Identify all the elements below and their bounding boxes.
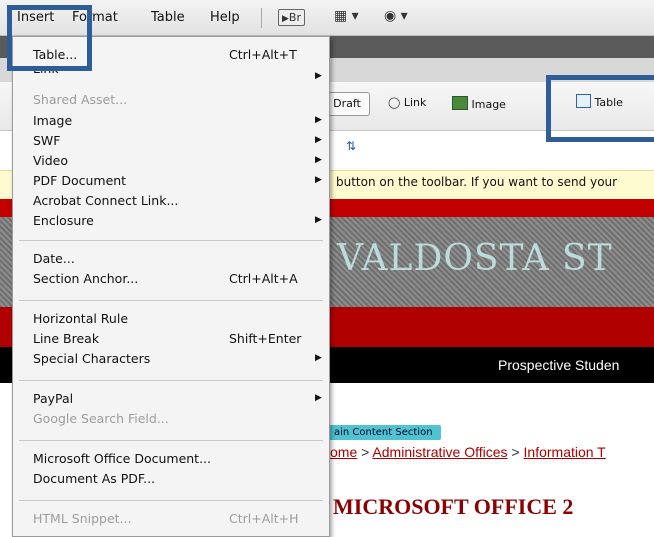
submenu-arrow-icon: ▶ xyxy=(315,71,322,81)
menu-item-swf[interactable]: SWF xyxy=(33,133,60,148)
highlight-box-table-button xyxy=(546,75,654,142)
breadcrumb: ome > Administrative Offices > Informati… xyxy=(330,444,606,460)
breadcrumb-administrative-offices[interactable]: Administrative Offices xyxy=(372,444,507,460)
submenu-arrow-icon: ▶ xyxy=(315,175,322,185)
menu-item-video[interactable]: Video xyxy=(33,153,68,168)
breadcrumb-separator: > xyxy=(357,444,373,460)
link-button[interactable]: ◯ Link xyxy=(388,96,426,109)
page-heading: MICROSOFT OFFICE 2 xyxy=(333,494,574,519)
site-icon[interactable]: ◉ ▾ xyxy=(384,8,408,24)
menu-item-google-search-field: Google Search Field... xyxy=(33,411,169,426)
nav-prospective-students[interactable]: Prospective Studen xyxy=(498,357,619,373)
menu-item-line-break[interactable]: Line Break xyxy=(33,331,99,346)
menu-separator xyxy=(19,300,323,301)
banner-title: VALDOSTA ST xyxy=(337,238,613,279)
menu-item-shared-asset: Shared Asset... xyxy=(33,92,128,107)
menu-table[interactable]: Table xyxy=(151,10,185,25)
shortcut-line-break: Shift+Enter xyxy=(229,331,302,346)
menu-separator xyxy=(19,440,323,441)
menu-item-document-as-pdf[interactable]: Document As PDF... xyxy=(33,471,155,486)
menu-item-microsoft-office-document[interactable]: Microsoft Office Document... xyxy=(33,451,211,466)
menu-item-date[interactable]: Date... xyxy=(33,251,75,266)
image-icon xyxy=(452,96,468,110)
shortcut-section-anchor: Ctrl+Alt+A xyxy=(229,271,298,286)
menu-item-horizontal-rule[interactable]: Horizontal Rule xyxy=(33,311,128,326)
menu-separator xyxy=(19,240,323,241)
layout-icon[interactable]: ▦ ▾ xyxy=(334,8,359,24)
menu-item-html-snippet: HTML Snippet... xyxy=(33,511,132,526)
menu-separator xyxy=(19,380,323,381)
breadcrumb-information[interactable]: Information T xyxy=(524,444,606,460)
menu-item-pdf-document[interactable]: PDF Document xyxy=(33,173,126,188)
submenu-arrow-icon: ▶ xyxy=(315,135,322,145)
notice-text: button on the toolbar. If you want to se… xyxy=(336,175,618,189)
menu-help[interactable]: Help xyxy=(210,10,240,25)
menubar-divider xyxy=(261,8,262,28)
menu-bar: Insert Format Table Help ▶Br ▦ ▾ ◉ ▾ xyxy=(0,0,654,36)
menu-separator xyxy=(19,500,323,501)
main-content-section-tag: ain Content Section xyxy=(326,425,441,440)
breadcrumb-separator: > xyxy=(507,444,524,460)
bridge-label: Br xyxy=(288,11,301,24)
submenu-arrow-icon: ▶ xyxy=(315,393,322,403)
bridge-arrow-icon: ▶ xyxy=(282,14,289,24)
menu-item-paypal[interactable]: PayPal xyxy=(33,391,73,406)
shortcut-table: Ctrl+Alt+T xyxy=(229,47,297,62)
indent-icon[interactable]: ⇅ xyxy=(346,139,356,153)
menu-item-acrobat-connect-link[interactable]: Acrobat Connect Link... xyxy=(33,193,178,208)
menu-item-image[interactable]: Image xyxy=(33,113,72,128)
image-label: Image xyxy=(471,98,506,111)
insert-menu-dropdown: Table... Ctrl+Alt+T Link ▶ Shared Asset.… xyxy=(12,36,330,537)
shortcut-html-snippet: Ctrl+Alt+H xyxy=(229,511,299,526)
link-label: Link xyxy=(403,96,427,109)
draft-button[interactable]: Draft xyxy=(324,92,370,116)
menu-item-section-anchor[interactable]: Section Anchor... xyxy=(33,271,138,286)
submenu-arrow-icon: ▶ xyxy=(315,215,322,225)
submenu-arrow-icon: ▶ xyxy=(315,155,322,165)
menu-item-enclosure[interactable]: Enclosure xyxy=(33,213,94,228)
highlight-box-insert-table xyxy=(7,5,92,71)
submenu-arrow-icon: ▶ xyxy=(315,115,322,125)
menu-item-special-characters[interactable]: Special Characters xyxy=(33,351,150,366)
bridge-icon[interactable]: ▶Br xyxy=(278,9,305,26)
link-icon: ◯ xyxy=(388,96,401,109)
image-button[interactable]: Image xyxy=(452,96,506,111)
submenu-arrow-icon: ▶ xyxy=(315,353,322,363)
breadcrumb-home[interactable]: ome xyxy=(330,444,357,460)
